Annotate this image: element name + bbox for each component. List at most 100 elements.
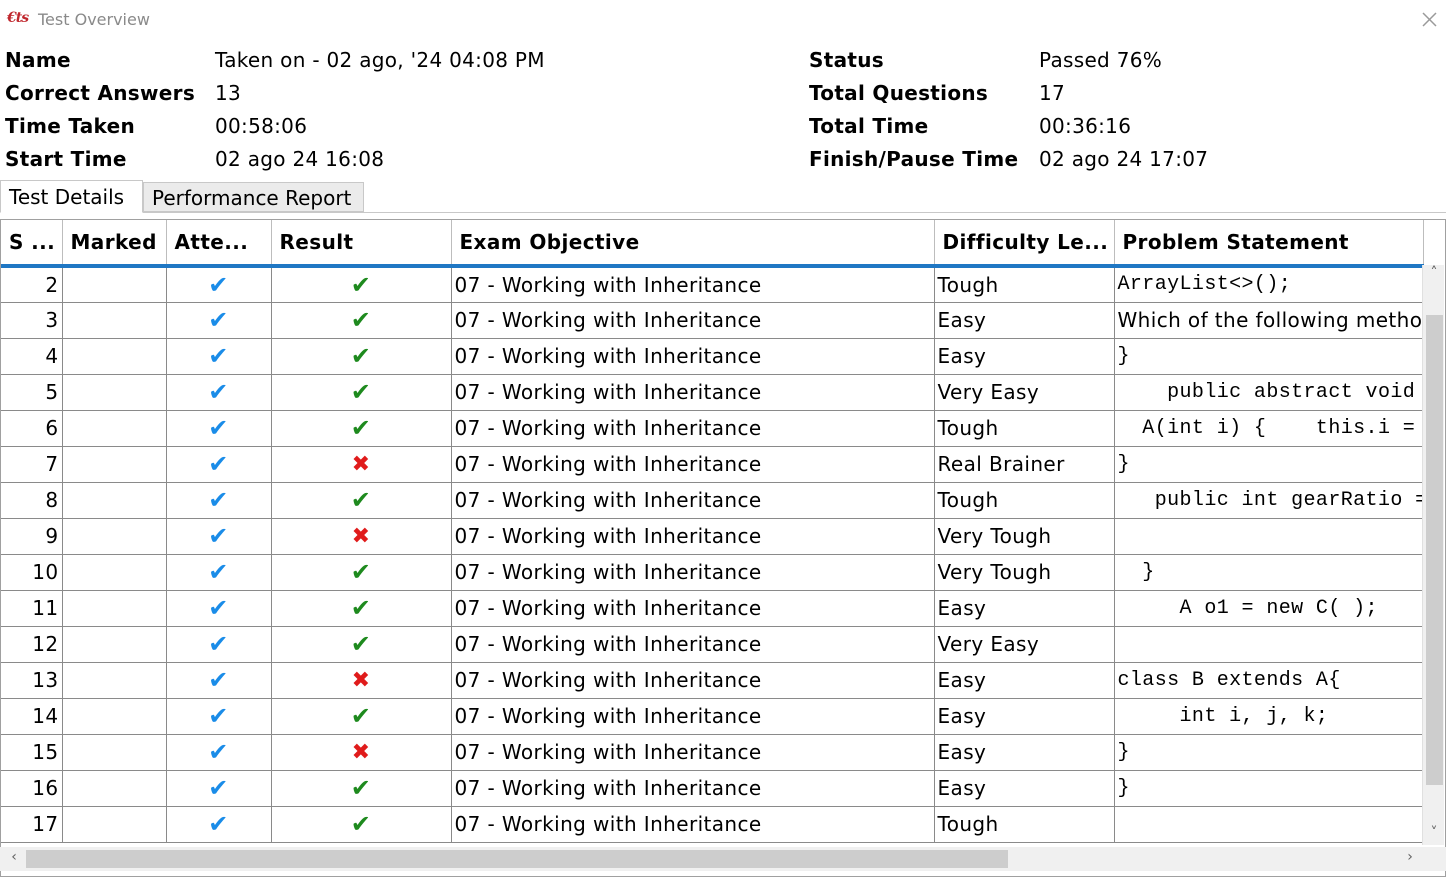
marked-cell <box>62 266 167 303</box>
vertical-scrollbar[interactable]: ˄ ˅ <box>1422 265 1444 845</box>
problem-statement-cell: ArrayList<>(); <box>1114 266 1424 303</box>
problem-statement-cell: int i, j, k; <box>1114 698 1424 735</box>
serial-number-cell: 9 <box>1 518 63 555</box>
serial-number-cell: 2 <box>1 266 63 303</box>
name-label: Name <box>5 48 71 72</box>
table-row[interactable]: 11 ✔ ✔ 07 - Working with Inheritance Easy A … <box>1 590 1424 627</box>
scroll-up-arrow-icon[interactable]: ˄ <box>1426 265 1442 285</box>
table-row[interactable]: 2 ✔ ✔ 07 - Working with Inheritance Tough Arr… <box>1 266 1424 303</box>
serial-number-cell: 16 <box>1 770 63 807</box>
close-icon <box>1422 12 1437 27</box>
table-row[interactable]: 5 ✔ ✔ 07 - Working with Inheritance Very Eas… <box>1 374 1424 411</box>
vertical-scroll-thumb[interactable] <box>1426 315 1443 785</box>
col-header-serial[interactable]: S ... <box>1 220 63 268</box>
result-cell: ✔ <box>271 266 452 303</box>
exam-objective-cell: 07 - Working with Inheritance <box>451 482 935 519</box>
table-row[interactable]: 9 ✔ ✖ 07 - Working with Inheritance Very Tou… <box>1 518 1424 555</box>
col-header-marked[interactable]: Marked <box>62 220 167 268</box>
scroll-down-arrow-icon[interactable]: ˅ <box>1426 825 1442 845</box>
time-taken-label: Time Taken <box>5 114 135 138</box>
table-row[interactable]: 6 ✔ ✔ 07 - Working with Inheritance Tough A(… <box>1 410 1424 447</box>
result-cell: ✔ <box>271 482 452 519</box>
serial-number-cell: 4 <box>1 338 63 375</box>
table-row[interactable]: 15 ✔ ✖ 07 - Working with Inheritance Easy} <box>1 734 1424 771</box>
horizontal-scrollbar[interactable]: ‹ › <box>0 847 1446 871</box>
table-row[interactable]: 7 ✔ ✖ 07 - Working with Inheritance Real Bra… <box>1 446 1424 483</box>
problem-statement-cell: } <box>1114 734 1424 771</box>
attempted-cell: ✔ <box>166 446 272 483</box>
start-time-value: 02 ago 24 16:08 <box>215 147 385 171</box>
problem-statement-cell: class B extends A{ <box>1114 662 1424 699</box>
serial-number-cell: 11 <box>1 590 63 627</box>
tab-performance-report[interactable]: Performance Report <box>143 182 364 212</box>
result-cell: ✔ <box>271 338 452 375</box>
col-header-difficulty[interactable]: Difficulty Le... <box>934 220 1115 268</box>
tab-divider <box>0 212 1446 213</box>
table-row[interactable]: 4 ✔ ✔ 07 - Working with Inheritance Easy} <box>1 338 1424 375</box>
result-cell: ✖ <box>271 662 452 699</box>
correct-answers-label: Correct Answers <box>5 81 196 105</box>
horizontal-scroll-thumb[interactable] <box>26 850 1008 868</box>
attempted-cell: ✔ <box>166 554 272 591</box>
table-row[interactable]: 14 ✔ ✔ 07 - Working with Inheritance Easy in… <box>1 698 1424 735</box>
attempted-check-icon: ✔ <box>208 486 229 514</box>
serial-number-cell: 3 <box>1 302 63 339</box>
difficulty-cell: Easy <box>934 338 1115 375</box>
exam-objective-cell: 07 - Working with Inheritance <box>451 554 935 591</box>
result-cell: ✔ <box>271 590 452 627</box>
col-header-attempted[interactable]: Atte... <box>166 220 272 268</box>
scroll-left-arrow-icon[interactable]: ‹ <box>4 849 24 869</box>
difficulty-cell: Easy <box>934 302 1115 339</box>
table-row[interactable]: 8 ✔ ✔ 07 - Working with Inheritance Tough pu… <box>1 482 1424 519</box>
col-header-result[interactable]: Result <box>271 220 452 268</box>
problem-statement-cell <box>1114 806 1424 843</box>
correct-check-icon: ✔ <box>350 774 372 802</box>
attempted-check-icon: ✔ <box>208 702 229 730</box>
result-cell: ✔ <box>271 806 452 843</box>
table-row[interactable]: 16 ✔ ✔ 07 - Working with Inheritance Easy} <box>1 770 1424 807</box>
serial-number-cell: 13 <box>1 662 63 699</box>
attempted-check-icon: ✔ <box>208 738 229 766</box>
problem-statement-cell: public int gearRatio = <box>1114 482 1424 519</box>
serial-number-cell: 14 <box>1 698 63 735</box>
table-row[interactable]: 12 ✔ ✔ 07 - Working with Inheritance Very Ea… <box>1 626 1424 663</box>
exam-objective-cell: 07 - Working with Inheritance <box>451 410 935 447</box>
app-logo: €ts <box>7 10 29 26</box>
attempted-check-icon: ✔ <box>208 666 229 694</box>
col-header-objective[interactable]: Exam Objective <box>451 220 935 268</box>
serial-number-cell: 8 <box>1 482 63 519</box>
close-button[interactable] <box>1416 6 1442 32</box>
correct-check-icon: ✔ <box>350 414 372 442</box>
marked-cell <box>62 338 167 375</box>
difficulty-cell: Very Easy <box>934 374 1115 411</box>
tab-test-details[interactable]: Test Details <box>0 180 143 213</box>
marked-cell <box>62 410 167 447</box>
attempted-check-icon: ✔ <box>208 450 229 478</box>
marked-cell <box>62 302 167 339</box>
difficulty-cell: Easy <box>934 734 1115 771</box>
finish-time-label: Finish/Pause Time <box>809 147 1019 171</box>
serial-number-cell: 12 <box>1 626 63 663</box>
scroll-right-arrow-icon[interactable]: › <box>1400 849 1420 869</box>
attempted-check-icon: ✔ <box>208 810 229 838</box>
attempted-check-icon: ✔ <box>208 270 229 299</box>
correct-check-icon: ✔ <box>350 486 372 514</box>
correct-check-icon: ✔ <box>350 270 372 299</box>
marked-cell <box>62 482 167 519</box>
correct-check-icon: ✔ <box>350 630 372 658</box>
difficulty-cell: Tough <box>934 410 1115 447</box>
result-cell: ✖ <box>271 446 452 483</box>
table-row[interactable]: 13 ✔ ✖ 07 - Working with Inheritance Easy cla… <box>1 662 1424 699</box>
problem-statement-cell: Which of the following metho <box>1114 302 1424 339</box>
attempted-cell: ✔ <box>166 374 272 411</box>
table-row[interactable]: 17 ✔ ✔ 07 - Working with Inheritance Tough <box>1 806 1424 843</box>
exam-objective-cell: 07 - Working with Inheritance <box>451 446 935 483</box>
marked-cell <box>62 662 167 699</box>
correct-check-icon: ✔ <box>350 558 372 586</box>
table-row[interactable]: 10 ✔ ✔ 07 - Working with Inheritance Very To… <box>1 554 1424 591</box>
table-row[interactable]: 3 ✔ ✔ 07 - Working with Inheritance Easy Whic… <box>1 302 1424 339</box>
attempted-check-icon: ✔ <box>208 558 229 586</box>
status-value: Passed 76% <box>1039 48 1163 72</box>
problem-statement-cell: } <box>1114 338 1424 375</box>
col-header-problem[interactable]: Problem Statement <box>1114 220 1424 268</box>
